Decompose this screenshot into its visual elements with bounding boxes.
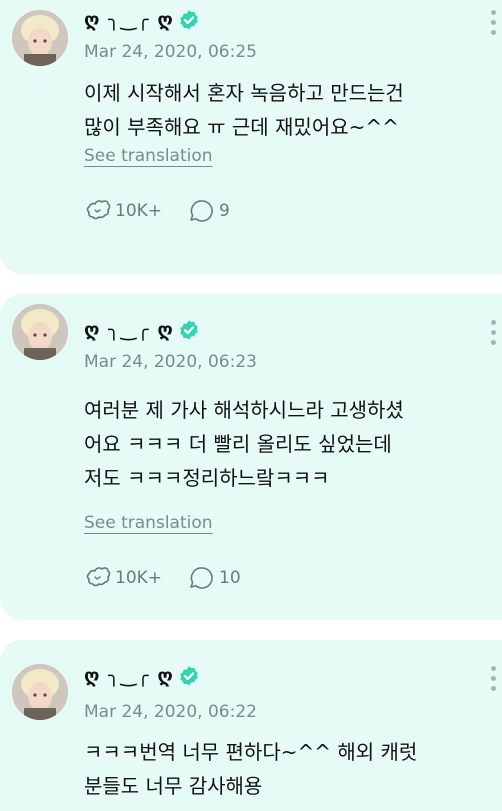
- more-options-icon[interactable]: [491, 320, 499, 350]
- author-row[interactable]: ღ ╮‿╭ ღ: [84, 316, 200, 344]
- post-text: 이제 시작해서 혼자 녹음하고 만드는건 많이 부족해요 ㅠ 근데 재밌어요~^…: [84, 81, 404, 139]
- avatar[interactable]: [12, 10, 68, 66]
- like-icon: [86, 200, 111, 220]
- more-options-icon[interactable]: [491, 10, 499, 40]
- comment-count: 10: [219, 568, 241, 588]
- avatar[interactable]: [12, 664, 68, 720]
- verified-badge-icon: [180, 666, 198, 686]
- post-card[interactable]: ღ ╮‿╭ ღ Mar 24, 2020, 06:22 ㅋㅋㅋ번역 너무 편하다…: [0, 640, 502, 811]
- like-count: 10K+: [115, 201, 163, 221]
- comment-icon: [190, 200, 213, 222]
- post-card[interactable]: ღ ╮‿╭ ღ Mar 24, 2020, 06:25 이제 시작해서 혼자 녹…: [0, 0, 502, 274]
- comment-button[interactable]: 10: [188, 565, 241, 591]
- author-name[interactable]: ღ ╮‿╭ ღ: [84, 9, 174, 31]
- post-feed: ღ ╮‿╭ ღ Mar 24, 2020, 06:25 이제 시작해서 혼자 녹…: [0, 0, 502, 811]
- author-name[interactable]: ღ ╮‿╭ ღ: [84, 665, 174, 687]
- author-name[interactable]: ღ ╮‿╭ ღ: [84, 319, 174, 341]
- like-button[interactable]: 10K+: [84, 198, 162, 224]
- post-timestamp: Mar 24, 2020, 06:25: [84, 42, 257, 62]
- see-translation-link[interactable]: See translation: [84, 513, 213, 533]
- author-row[interactable]: ღ ╮‿╭ ღ: [84, 6, 200, 34]
- more-options-icon[interactable]: [491, 666, 499, 696]
- like-count: 10K+: [115, 568, 163, 588]
- post-timestamp: Mar 24, 2020, 06:22: [84, 702, 257, 722]
- post-card[interactable]: ღ ╮‿╭ ღ Mar 24, 2020, 06:23 여러분 제 가사 해석하…: [0, 294, 502, 620]
- comment-button[interactable]: 9: [188, 198, 230, 224]
- verified-badge-icon: [180, 320, 198, 340]
- comment-icon: [190, 567, 213, 589]
- post-text: 여러분 제 가사 해석하시느라 고생하셨 어요 ㅋㅋㅋ 더 빨리 올리도 싶었는…: [84, 398, 404, 490]
- comment-count: 9: [219, 201, 230, 221]
- verified-badge-icon: [180, 10, 198, 30]
- like-button[interactable]: 10K+: [84, 565, 162, 591]
- see-translation-link[interactable]: See translation: [84, 146, 213, 166]
- author-row[interactable]: ღ ╮‿╭ ღ: [84, 662, 200, 690]
- post-timestamp: Mar 24, 2020, 06:23: [84, 352, 257, 372]
- post-actions: 10K+ 9: [84, 196, 256, 226]
- post-actions: 10K+ 10: [84, 563, 267, 593]
- avatar[interactable]: [12, 304, 68, 360]
- post-text: ㅋㅋㅋ번역 너무 편하다~^^ 해외 캐럿 분들도 너무 감사해용: [84, 740, 418, 798]
- like-icon: [86, 567, 111, 587]
